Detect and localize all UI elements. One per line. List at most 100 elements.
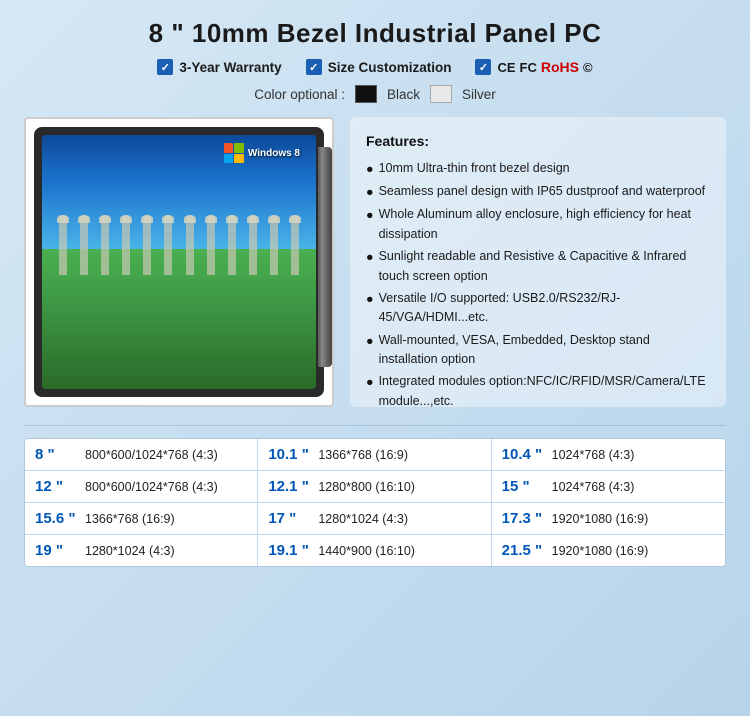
spec-cell-9: 19 " 1280*1024 (4:3)	[25, 535, 258, 566]
column-2	[80, 215, 88, 275]
badge-size-label: Size Customization	[328, 60, 452, 75]
feature-text-2: Seamless panel design with IP65 dustproo…	[379, 182, 706, 201]
feature-5: ● Versatile I/O supported: USB2.0/RS232/…	[366, 289, 710, 328]
column-8	[207, 215, 215, 275]
ccc-label: ©	[583, 60, 593, 75]
spec-cell-4: 12.1 " 1280*800 (16:10)	[258, 471, 491, 503]
spec-res-5: 1024*768 (4:3)	[552, 480, 635, 494]
column-3	[101, 215, 109, 275]
badges-row: ✓ 3-Year Warranty ✓ Size Customization ✓…	[24, 59, 726, 75]
spec-size-5: 15 "	[502, 478, 546, 495]
spec-res-9: 1280*1024 (4:3)	[85, 544, 175, 558]
bullet-5: ●	[366, 290, 374, 309]
badge-certs: ✓ CE FC RoHS ©	[475, 59, 592, 75]
spec-size-8: 17.3 "	[502, 510, 546, 527]
feature-text-1: 10mm Ultra-thin front bezel design	[379, 159, 570, 178]
page-wrapper: 8 " 10mm Bezel Industrial Panel PC ✓ 3-Y…	[0, 0, 750, 716]
feature-text-7: Integrated modules option:NFC/IC/RFID/MS…	[379, 372, 710, 411]
spec-size-1: 10.1 "	[268, 446, 312, 463]
check-icon-cert: ✓	[475, 59, 491, 75]
check-icon-warranty: ✓	[157, 59, 173, 75]
bullet-2: ●	[366, 183, 374, 202]
main-content: Windows 8 Features: ● 10mm Ultra-thin fr…	[24, 117, 726, 407]
spec-size-3: 12 "	[35, 478, 79, 495]
features-title: Features:	[366, 131, 710, 153]
column-11	[270, 215, 278, 275]
column-6	[164, 215, 172, 275]
windows-logo-icon	[224, 143, 244, 163]
feature-text-4: Sunlight readable and Resistive & Capaci…	[379, 247, 710, 286]
rohs-label: RoHS	[541, 59, 579, 75]
column-10	[249, 215, 257, 275]
spec-cell-3: 12 " 800*600/1024*768 (4:3)	[25, 471, 258, 503]
spec-cell-2: 10.4 " 1024*768 (4:3)	[492, 439, 725, 471]
column-4	[122, 215, 130, 275]
spec-cell-5: 15 " 1024*768 (4:3)	[492, 471, 725, 503]
ce-label: CE	[497, 60, 515, 75]
spec-cell-6: 15.6 " 1366*768 (16:9)	[25, 503, 258, 535]
spec-size-9: 19 "	[35, 542, 79, 559]
bezel-side	[318, 147, 332, 367]
feature-3: ● Whole Aluminum alloy enclosure, high e…	[366, 205, 710, 244]
column-5	[143, 215, 151, 275]
win-square-green	[234, 143, 244, 153]
spec-cell-8: 17.3 " 1920*1080 (16:9)	[492, 503, 725, 535]
specs-grid: 8 " 800*600/1024*768 (4:3) 10.1 " 1366*768 …	[24, 438, 726, 567]
spec-size-0: 8 "	[35, 446, 79, 463]
spec-res-3: 800*600/1024*768 (4:3)	[85, 480, 218, 494]
bullet-1: ●	[366, 160, 374, 179]
check-icon-size: ✓	[306, 59, 322, 75]
bullet-3: ●	[366, 206, 374, 225]
column-7	[186, 215, 194, 275]
spec-res-10: 1440*900 (16:10)	[318, 544, 415, 558]
color-swatch-silver[interactable]	[430, 85, 452, 103]
spec-cell-11: 21.5 " 1920*1080 (16:9)	[492, 535, 725, 566]
color-options-row: Color optional : Black Silver	[24, 85, 726, 103]
win-square-yellow	[234, 154, 244, 164]
feature-1: ● 10mm Ultra-thin front bezel design	[366, 159, 710, 179]
spec-size-7: 17 "	[268, 510, 312, 527]
win-square-blue	[224, 154, 234, 164]
win-square-red	[224, 143, 234, 153]
feature-6: ● Wall-mounted, VESA, Embedded, Desktop …	[366, 331, 710, 370]
cert-labels: CE FC RoHS ©	[497, 59, 592, 75]
screen-inner: Windows 8	[42, 135, 316, 389]
screen-columns	[42, 215, 316, 275]
badge-warranty-label: 3-Year Warranty	[179, 60, 281, 75]
color-black-label: Black	[387, 87, 420, 102]
spec-size-6: 15.6 "	[35, 510, 79, 527]
feature-2: ● Seamless panel design with IP65 dustpr…	[366, 182, 710, 202]
spec-res-0: 800*600/1024*768 (4:3)	[85, 448, 218, 462]
color-swatch-black[interactable]	[355, 85, 377, 103]
spec-cell-1: 10.1 " 1366*768 (16:9)	[258, 439, 491, 471]
spec-size-4: 12.1 "	[268, 478, 312, 495]
color-silver-label: Silver	[462, 87, 496, 102]
spec-res-8: 1920*1080 (16:9)	[552, 512, 649, 526]
spec-res-7: 1280*1024 (4:3)	[318, 512, 408, 526]
feature-text-6: Wall-mounted, VESA, Embedded, Desktop st…	[379, 331, 710, 370]
bullet-6: ●	[366, 332, 374, 351]
column-9	[228, 215, 236, 275]
column-12	[291, 215, 299, 275]
windows-logo-area: Windows 8	[224, 143, 300, 163]
bullet-7: ●	[366, 373, 374, 392]
badge-size: ✓ Size Customization	[306, 59, 452, 75]
spec-size-10: 19.1 "	[268, 542, 312, 559]
fc-label: FC	[520, 60, 537, 75]
spec-size-11: 21.5 "	[502, 542, 546, 559]
color-optional-label: Color optional :	[254, 87, 345, 102]
badge-warranty: ✓ 3-Year Warranty	[157, 59, 281, 75]
page-title: 8 " 10mm Bezel Industrial Panel PC	[24, 18, 726, 49]
spec-cell-0: 8 " 800*600/1024*768 (4:3)	[25, 439, 258, 471]
column-1	[59, 215, 67, 275]
spec-res-4: 1280*800 (16:10)	[318, 480, 415, 494]
features-panel: Features: ● 10mm Ultra-thin front bezel …	[350, 117, 726, 407]
spec-res-11: 1920*1080 (16:9)	[552, 544, 649, 558]
spec-size-2: 10.4 "	[502, 446, 546, 463]
feature-text-3: Whole Aluminum alloy enclosure, high eff…	[379, 205, 710, 244]
spec-cell-10: 19.1 " 1440*900 (16:10)	[258, 535, 491, 566]
spec-res-2: 1024*768 (4:3)	[552, 448, 635, 462]
spec-res-1: 1366*768 (16:9)	[318, 448, 408, 462]
feature-text-5: Versatile I/O supported: USB2.0/RS232/RJ…	[379, 289, 710, 328]
spec-res-6: 1366*768 (16:9)	[85, 512, 175, 526]
